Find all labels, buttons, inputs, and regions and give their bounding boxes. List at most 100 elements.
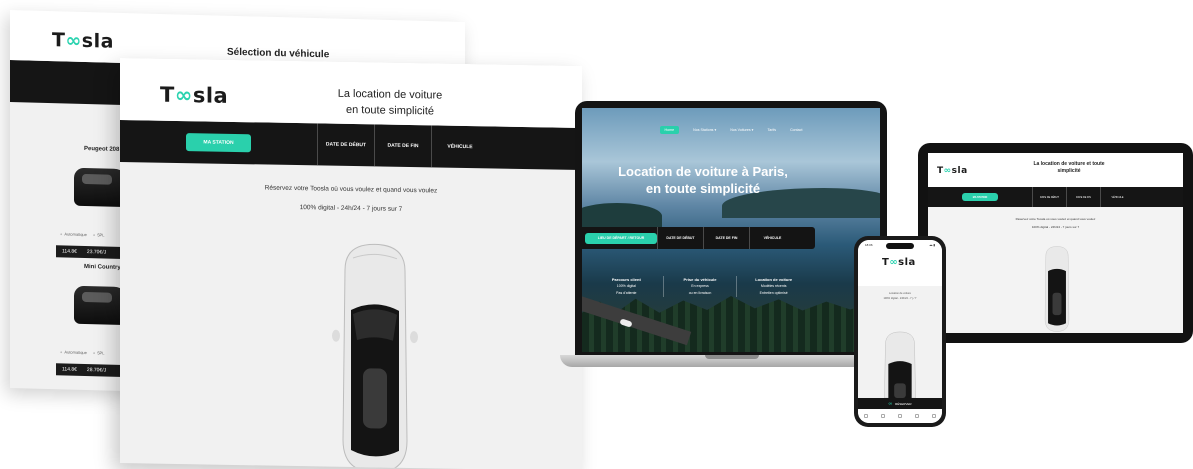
top-nav: Home Nos Stations ▾ Nos Voitures ▾ Tarif… — [582, 108, 880, 152]
vehicle-field[interactable]: VÉHICULE — [431, 125, 488, 169]
day-price: 23.70€/J — [86, 249, 107, 256]
booking-bar: MA STATION DATE DE DÉBUT DATE DE FIN VÉH… — [928, 187, 1183, 207]
feature-head: Location de voiture — [755, 277, 793, 282]
km-price: 114.8€ — [62, 366, 77, 373]
header: 18:06 ▴▴ ▮ T∞sla — [858, 240, 942, 286]
feature-line: 100% digital — [616, 284, 636, 288]
vehicle-card[interactable]: Mini Countryman H Automatique 5PL 114.8€… — [10, 258, 139, 379]
feature-column: Parcours client 100% digital Pas d'atten… — [590, 276, 663, 297]
toosla-logo[interactable]: T∞sla — [937, 166, 968, 176]
product-mockup: T∞sla Sélection du véhicule Peugeot 208 … — [0, 0, 1193, 469]
toosla-logo[interactable]: T∞sla — [160, 83, 228, 108]
hero-line-2: en toute simplicité — [645, 181, 761, 196]
subtagline: 100% digital - 24h/24 - 7 jours sur 7 — [1031, 225, 1080, 229]
page-title: La location de voiture et toute simplici… — [1024, 161, 1114, 175]
page-title: La location de voiture en toute simplici… — [335, 86, 445, 120]
features: Parcours client 100% digital Pas d'atten… — [590, 276, 810, 297]
vehicle-field[interactable]: VÉHICULE — [749, 227, 795, 249]
phone-screen: 18:06 ▴▴ ▮ T∞sla Location de voiture 100… — [858, 240, 942, 423]
day-price: 28.70€/J — [86, 367, 107, 374]
start-date-field[interactable]: DATE DE DÉBUT — [1032, 187, 1066, 207]
page-title: Sélection du véhicule — [227, 46, 330, 61]
feature-column: Prise du véhicule En express ou en livra… — [662, 276, 737, 297]
tab-booking-icon[interactable] — [897, 414, 902, 418]
start-date-field[interactable]: DATE DE DÉBUT — [317, 123, 374, 167]
vehicle-options: Automatique 5PL — [60, 349, 104, 355]
title-line-2: simplicité — [1057, 168, 1081, 174]
start-date-field[interactable]: DATE DE DÉBUT — [657, 227, 703, 249]
phone-frame: 18:06 ▴▴ ▮ T∞sla Location de voiture 100… — [854, 236, 946, 427]
title-line-1: La location de voiture — [337, 87, 443, 102]
location-button[interactable]: LIEU DE DÉPART / RETOUR — [585, 232, 657, 244]
end-date-field[interactable]: DATE DE FIN — [1066, 187, 1100, 207]
tagline: Réservez votre Toosla où vous voulez et … — [264, 184, 438, 195]
end-date-field[interactable]: DATE DE FIN — [374, 124, 431, 168]
transmission-label: Automatique — [60, 231, 86, 237]
home-screen: T∞sla La location de voiture en toute si… — [120, 57, 582, 469]
mountain-shape — [582, 203, 662, 229]
tagline: Réservez votre Toosla où vous voulez et … — [1015, 217, 1096, 221]
tab-account-icon[interactable] — [914, 414, 919, 418]
laptop-frame: Home Nos Stations ▾ Nos Voitures ▾ Tarif… — [575, 101, 887, 356]
subtagline: 100% digital - 24h/24 - 7 jours sur 7 — [299, 204, 403, 213]
title-line-1: La location de voiture et toute — [1033, 161, 1105, 167]
price-bar[interactable]: 114.8€ 23.70€/J — [56, 245, 128, 260]
feature-head: Prise du véhicule — [683, 277, 717, 282]
laptop-base — [560, 355, 904, 367]
price-bar[interactable]: 114.8€ 28.70€/J — [56, 363, 128, 378]
toosla-logo[interactable]: T∞sla — [52, 29, 114, 53]
subtagline: 100% digital - 24h/24 - 7 j / 7 — [883, 297, 917, 300]
booking-bar: MA STATION DATE DE DÉBUT DATE DE FIN VÉH… — [120, 119, 582, 171]
feature-line: Modèles récents — [760, 284, 787, 288]
seats-label: 5PL — [93, 232, 104, 237]
reserve-bar[interactable]: ∞ RÉSERVER — [858, 398, 942, 409]
nav-stations[interactable]: Nos Stations ▾ — [693, 128, 716, 132]
booking-bar: LIEU DE DÉPART / RETOUR DATE DE DÉBUT DA… — [582, 227, 815, 249]
infinity-icon: ∞ — [888, 400, 893, 407]
title-line-2: en toute simplicité — [345, 103, 435, 118]
vehicle-list: Peugeot 208 G Automatique 5PL 114.8€ 23.… — [10, 140, 139, 379]
clock: 18:06 — [865, 243, 873, 247]
tab-search-icon[interactable] — [881, 414, 886, 418]
car-top-view-image — [332, 243, 418, 469]
header: T∞sla La location de voiture et toute si… — [928, 153, 1183, 187]
nav-tarifs[interactable]: Tarifs — [767, 128, 776, 132]
hero-line-1: Location de voiture à Paris, — [618, 164, 788, 179]
feature-head: Parcours client — [611, 277, 641, 282]
vehicle-field[interactable]: VÉHICULE — [1100, 187, 1134, 207]
tagline: Location de voiture — [889, 292, 911, 295]
vehicle-card[interactable]: Peugeot 208 G Automatique 5PL 114.8€ 23.… — [10, 140, 130, 261]
feature-column: Location de voiture Modèles récents Entr… — [736, 276, 810, 297]
transmission-label: Automatique — [60, 349, 86, 355]
dynamic-island — [886, 243, 914, 249]
station-button[interactable]: MA STATION — [962, 193, 998, 201]
laptop-notch — [705, 355, 759, 359]
feature-line: Entretien optimisé — [759, 291, 788, 295]
tab-home-icon[interactable] — [864, 414, 869, 418]
km-price: 114.8€ — [62, 248, 77, 255]
tablet-frame: T∞sla La location de voiture et toute si… — [918, 143, 1193, 343]
nav-contact[interactable]: Contact — [790, 128, 802, 132]
nav-home[interactable]: Home — [659, 126, 680, 134]
feature-line: Pas d'attente — [616, 291, 637, 295]
feature-line: En express — [691, 284, 709, 288]
laptop-screen: Home Nos Stations ▾ Nos Voitures ▾ Tarif… — [582, 108, 880, 352]
car-top-view-image — [884, 331, 916, 398]
station-wrap: MA STATION — [120, 120, 317, 165]
nav-voitures[interactable]: Nos Voitures ▾ — [730, 128, 753, 132]
tab-menu-icon[interactable] — [931, 414, 936, 418]
station-button[interactable]: MA STATION — [186, 133, 251, 153]
reserve-label: RÉSERVER — [895, 401, 912, 406]
end-date-field[interactable]: DATE DE FIN — [703, 227, 749, 249]
tab-bar — [858, 409, 942, 423]
vehicle-options: Automatique 5PL — [60, 231, 104, 237]
toosla-logo[interactable]: T∞sla — [882, 257, 916, 268]
hero-title: Location de voiture à Paris, en toute si… — [613, 163, 793, 197]
seats-label: 5PL — [93, 350, 104, 355]
signal-battery-icon: ▴▴ ▮ — [929, 243, 936, 247]
header: T∞sla La location de voiture en toute si… — [120, 57, 582, 129]
tablet-screen: T∞sla La location de voiture et toute si… — [928, 153, 1183, 333]
station-wrap: MA STATION — [928, 193, 1032, 201]
car-top-view-image — [1044, 246, 1070, 332]
feature-line: ou en livraison — [688, 291, 712, 295]
